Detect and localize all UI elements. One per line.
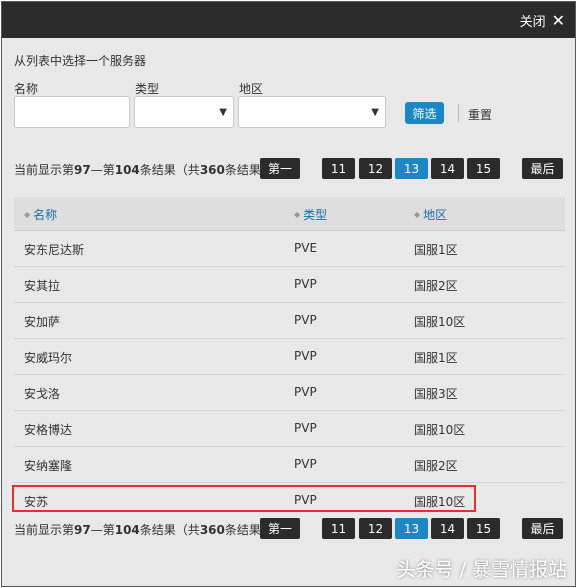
server-name: 安东尼达斯: [24, 243, 85, 257]
table-row[interactable]: 安戈洛 PVP 国服3区: [14, 375, 565, 411]
result-info: 当前显示第97—第104条结果（共360条结果）: [14, 163, 262, 177]
page-button-13-current[interactable]: 13: [395, 518, 428, 539]
server-region: 国服2区: [414, 459, 458, 473]
server-type: PVP: [294, 313, 317, 327]
server-region: 国服1区: [414, 243, 458, 257]
result-info: 当前显示第97—第104条结果（共360条结果）: [14, 523, 262, 537]
close-icon: ✕: [551, 10, 565, 30]
server-name: 安纳塞隆: [24, 459, 73, 473]
page-button-12[interactable]: 12: [359, 158, 392, 179]
table-row[interactable]: 安其拉 PVP 国服2区: [14, 267, 565, 303]
first-page-button[interactable]: 第一: [260, 518, 300, 539]
table-row[interactable]: 安加萨 PVP 国服10区: [14, 303, 565, 339]
type-label: 类型: [135, 82, 160, 96]
table-row-selected[interactable]: 安苏 PVP 国服10区: [14, 483, 565, 519]
table-row[interactable]: 安纳塞隆 PVP 国服2区: [14, 447, 565, 483]
sort-icon: ◆: [414, 209, 421, 219]
page-button-14[interactable]: 14: [431, 518, 464, 539]
server-name: 安加萨: [24, 315, 61, 329]
reset-button[interactable]: 重置: [468, 106, 492, 123]
divider: [458, 104, 459, 122]
page-button-11[interactable]: 11: [322, 158, 355, 179]
server-type: PVP: [294, 277, 317, 291]
page-button-13-current[interactable]: 13: [395, 158, 428, 179]
server-type: PVE: [294, 241, 318, 255]
server-name: 安威玛尔: [24, 351, 73, 365]
server-name: 安其拉: [24, 279, 61, 293]
sort-icon: ◆: [24, 209, 31, 219]
page-button-11[interactable]: 11: [322, 518, 355, 539]
close-button[interactable]: 关闭 ✕: [520, 11, 565, 30]
page-button-15[interactable]: 15: [467, 158, 500, 179]
server-region: 国服10区: [414, 495, 466, 509]
server-type: PVP: [294, 493, 317, 507]
column-header-region[interactable]: ◆ 地区: [414, 206, 447, 223]
filter-button[interactable]: 筛选: [405, 102, 444, 124]
server-name: 安格博达: [24, 423, 73, 437]
close-label: 关闭: [519, 15, 546, 30]
server-name: 安戈洛: [24, 387, 61, 401]
watermark-text: 头条号 / 暴雪情报站: [396, 559, 567, 581]
page-button-15[interactable]: 15: [467, 518, 500, 539]
server-type: PVP: [294, 385, 317, 399]
chevron-down-icon: ▼: [371, 107, 379, 118]
server-region: 国服2区: [414, 279, 458, 293]
column-header-type[interactable]: ◆ 类型: [294, 206, 327, 223]
table-row[interactable]: 安东尼达斯 PVE 国服1区: [14, 231, 565, 267]
column-header-name[interactable]: ◆ 名称: [24, 206, 57, 223]
server-region: 国服10区: [414, 315, 466, 329]
last-page-button[interactable]: 最后: [522, 158, 563, 179]
table-header: ◆ 名称 ◆ 类型 ◆ 地区: [14, 197, 565, 231]
page-button-12[interactable]: 12: [359, 518, 392, 539]
name-label: 名称: [14, 82, 39, 96]
server-type: PVP: [294, 349, 317, 363]
region-select[interactable]: ▼: [238, 96, 386, 128]
server-select-dialog: 关闭 ✕ 从列表中选择一个服务器 名称 类型 地区 ▼ ▼ 筛选 重置 当前显示…: [1, 1, 576, 587]
first-page-button[interactable]: 第一: [260, 158, 300, 179]
server-type: PVP: [294, 457, 317, 471]
page-button-14[interactable]: 14: [431, 158, 464, 179]
server-region: 国服1区: [414, 351, 458, 365]
sort-icon: ◆: [294, 209, 301, 219]
type-select[interactable]: ▼: [134, 96, 234, 128]
table-row[interactable]: 安格博达 PVP 国服10区: [14, 411, 565, 447]
server-region: 国服3区: [414, 387, 458, 401]
instruction-text: 从列表中选择一个服务器: [14, 54, 147, 68]
dialog-titlebar: 关闭 ✕: [2, 2, 575, 38]
server-region: 国服10区: [414, 423, 466, 437]
table-row[interactable]: 安威玛尔 PVP 国服1区: [14, 339, 565, 375]
region-label: 地区: [239, 82, 264, 96]
server-type: PVP: [294, 421, 317, 435]
chevron-down-icon: ▼: [219, 107, 227, 118]
server-name: 安苏: [24, 495, 49, 509]
name-input[interactable]: [14, 96, 130, 128]
last-page-button[interactable]: 最后: [522, 518, 563, 539]
